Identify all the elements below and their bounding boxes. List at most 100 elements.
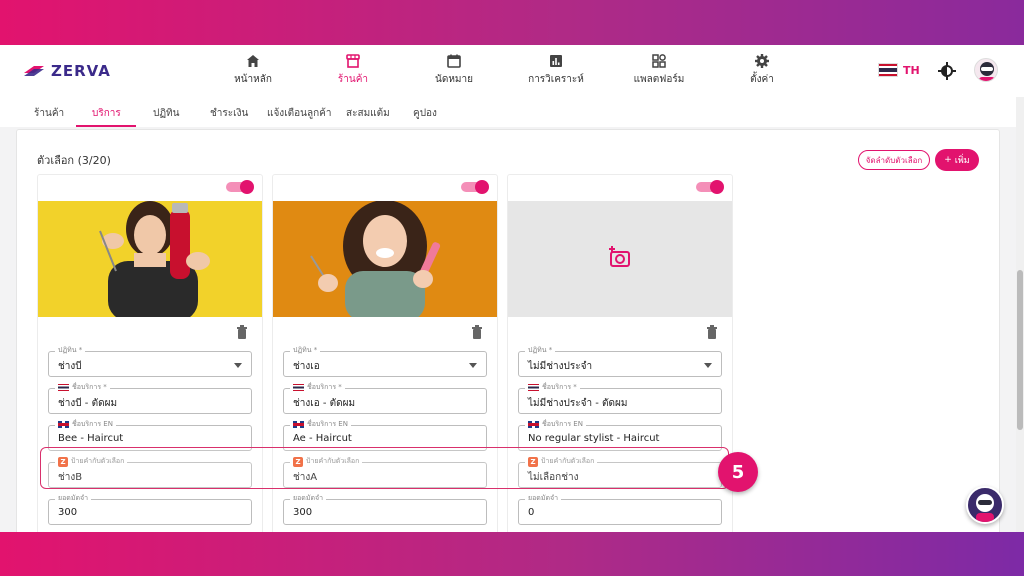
nav-store[interactable]: ร้านค้า bbox=[308, 53, 398, 87]
active-tab-indicator bbox=[76, 125, 136, 127]
delete-icon[interactable] bbox=[471, 325, 483, 339]
deposit-field[interactable]: ยอดมัดจำ 0 bbox=[518, 493, 722, 525]
option-enabled-toggle[interactable] bbox=[461, 180, 489, 194]
calendar-select-label: ปฏิทิน * bbox=[55, 345, 86, 356]
service-name-en-label: ชื่อบริการ EN bbox=[525, 419, 586, 430]
service-name-en-field[interactable]: ชื่อบริการ EN No regular stylist - Hairc… bbox=[518, 419, 722, 451]
service-name-en-value: Bee - Haircut bbox=[58, 433, 124, 444]
option-tag-label: Z ป้ายคำกับตัวเลือก bbox=[55, 456, 128, 467]
user-avatar[interactable] bbox=[974, 58, 998, 82]
option-tag-value: ช่างA bbox=[293, 472, 318, 483]
service-name-label-text: ชื่อบริการ * bbox=[542, 383, 577, 391]
option-tag-field[interactable]: Z ป้ายคำกับตัวเลือก ช่างA bbox=[283, 456, 487, 488]
nav-home[interactable]: หน้าหลัก bbox=[208, 53, 298, 87]
option-tag-label-text: ป้ายคำกับตัวเลือก bbox=[71, 457, 125, 465]
deposit-value: 300 bbox=[58, 507, 78, 518]
service-name-en-label-text: ชื่อบริการ EN bbox=[307, 420, 348, 428]
tab-calendar[interactable]: ปฏิทิน bbox=[153, 106, 180, 121]
nav-settings[interactable]: ตั้งค่า bbox=[717, 53, 807, 87]
service-name-value: ช่างเอ - ตัดผม bbox=[293, 398, 356, 409]
zerva-badge-icon: Z bbox=[58, 456, 68, 467]
calendar-select[interactable]: ปฏิทิน * ไม่มีช่างประจำ bbox=[518, 345, 722, 377]
service-name-value: ช่างบี - ตัดผม bbox=[58, 398, 118, 409]
option-enabled-toggle[interactable] bbox=[696, 180, 724, 194]
brand-name: ZERVA bbox=[51, 62, 111, 80]
option-card: ปฏิทิน * ไม่มีช่างประจำ ชื่อบริการ * ไม่… bbox=[507, 174, 733, 532]
add-option-button[interactable]: + เพิ่ม bbox=[935, 149, 979, 171]
tab-payment[interactable]: ชำระเงิน bbox=[210, 106, 248, 121]
scrollbar-thumb[interactable] bbox=[1017, 270, 1023, 430]
top-gradient-band bbox=[0, 0, 1024, 45]
app-window: ZERVA หน้าหลัก ร้านค้า นัดหมาย การวิเครา… bbox=[0, 45, 1024, 532]
option-image[interactable] bbox=[38, 201, 262, 317]
service-name-field[interactable]: ชื่อบริการ * ช่างบี - ตัดผม bbox=[48, 382, 252, 414]
analytics-icon bbox=[550, 55, 562, 67]
service-name-field[interactable]: ชื่อบริการ * ไม่มีช่างประจำ - ตัดผม bbox=[518, 382, 722, 414]
option-tag-label: Z ป้ายคำกับตัวเลือก bbox=[290, 456, 363, 467]
calendar-select-label: ปฏิทิน * bbox=[290, 345, 321, 356]
nav-analytics[interactable]: การวิเคราะห์ bbox=[511, 53, 601, 87]
add-option-label: เพิ่ม bbox=[954, 156, 970, 166]
service-name-field[interactable]: ชื่อบริการ * ช่างเอ - ตัดผม bbox=[283, 382, 487, 414]
plus-icon: + bbox=[944, 155, 952, 165]
reorder-options-button[interactable]: จัดลำดับตัวเลือก bbox=[858, 150, 930, 170]
service-name-value: ไม่มีช่างประจำ - ตัดผม bbox=[528, 398, 628, 409]
language-switcher[interactable]: TH bbox=[878, 63, 920, 77]
option-card: ปฏิทิน * ช่างเอ ชื่อบริการ * ช่างเอ - ตั… bbox=[272, 174, 498, 532]
calendar-select[interactable]: ปฏิทิน * ช่างบี bbox=[48, 345, 252, 377]
chevron-down-icon bbox=[234, 363, 242, 368]
thai-flag-icon bbox=[293, 384, 304, 391]
chatbot-icon bbox=[976, 494, 994, 522]
nav-store-label: ร้านค้า bbox=[337, 74, 369, 85]
stylist-photo-image bbox=[273, 201, 497, 317]
calendar-select-value: ช่างเอ bbox=[293, 361, 320, 372]
language-code: TH bbox=[903, 63, 920, 77]
service-name-en-label: ชื่อบริการ EN bbox=[290, 419, 351, 430]
nav-analytics-label: การวิเคราะห์ bbox=[528, 74, 584, 85]
calendar-icon bbox=[447, 54, 461, 68]
delete-icon[interactable] bbox=[706, 325, 718, 339]
option-image-placeholder[interactable] bbox=[508, 201, 732, 317]
option-enabled-toggle[interactable] bbox=[226, 180, 254, 194]
deposit-field[interactable]: ยอดมัดจำ 300 bbox=[283, 493, 487, 525]
option-image[interactable] bbox=[273, 201, 497, 317]
nav-platform[interactable]: แพลตฟอร์ม bbox=[614, 53, 704, 87]
deposit-value: 300 bbox=[293, 507, 313, 518]
service-name-label: ชื่อบริการ * bbox=[55, 382, 110, 393]
nav-appointments[interactable]: นัดหมาย bbox=[409, 53, 499, 87]
deposit-label: ยอดมัดจำ bbox=[290, 493, 327, 504]
tutorial-step-badge: 5 bbox=[718, 452, 758, 492]
options-title: ตัวเลือก (3/20) bbox=[37, 154, 111, 167]
logo[interactable]: ZERVA bbox=[22, 62, 111, 80]
option-card: ปฏิทิน * ช่างบี ชื่อบริการ * ช่างบี - ตั… bbox=[37, 174, 263, 532]
theme-toggle-icon[interactable] bbox=[938, 62, 956, 80]
option-tag-field[interactable]: Z ป้ายคำกับตัวเลือก ช่างB bbox=[48, 456, 252, 488]
zerva-logo-icon bbox=[24, 66, 44, 76]
service-name-label: ชื่อบริการ * bbox=[525, 382, 580, 393]
calendar-select[interactable]: ปฏิทิน * ช่างเอ bbox=[283, 345, 487, 377]
calendar-select-value: ช่างบี bbox=[58, 361, 82, 372]
deposit-field[interactable]: ยอดมัดจำ 300 bbox=[48, 493, 252, 525]
stylist-photo-image bbox=[38, 201, 262, 317]
tab-services[interactable]: บริการ bbox=[92, 106, 121, 121]
chat-assistant-button[interactable] bbox=[966, 486, 1004, 524]
tab-coupons[interactable]: คูปอง bbox=[413, 106, 437, 121]
tab-customer-notifications[interactable]: แจ้งเตือนลูกค้า bbox=[267, 106, 331, 121]
calendar-select-label: ปฏิทิน * bbox=[525, 345, 556, 356]
delete-icon[interactable] bbox=[236, 325, 248, 339]
service-name-en-field[interactable]: ชื่อบริการ EN Bee - Haircut bbox=[48, 419, 252, 451]
nav-settings-label: ตั้งค่า bbox=[750, 74, 774, 85]
tab-loyalty-points[interactable]: สะสมแต้ม bbox=[346, 106, 390, 121]
option-tag-label-text: ป้ายคำกับตัวเลือก bbox=[541, 457, 595, 465]
deposit-label: ยอดมัดจำ bbox=[525, 493, 562, 504]
bottom-gradient-band bbox=[0, 532, 1024, 576]
deposit-label: ยอดมัดจำ bbox=[55, 493, 92, 504]
zerva-badge-icon: Z bbox=[528, 456, 538, 467]
tab-store[interactable]: ร้านค้า bbox=[34, 106, 64, 121]
section-tabs: ร้านค้า บริการ ปฏิทิน ชำระเงิน แจ้งเตือน… bbox=[0, 97, 1024, 127]
service-name-label-text: ชื่อบริการ * bbox=[307, 383, 342, 391]
option-tag-field[interactable]: Z ป้ายคำกับตัวเลือก ไม่เลือกช่าง bbox=[518, 456, 722, 488]
service-name-en-field[interactable]: ชื่อบริการ EN Ae - Haircut bbox=[283, 419, 487, 451]
apps-icon bbox=[652, 54, 666, 68]
deposit-value: 0 bbox=[528, 507, 535, 518]
